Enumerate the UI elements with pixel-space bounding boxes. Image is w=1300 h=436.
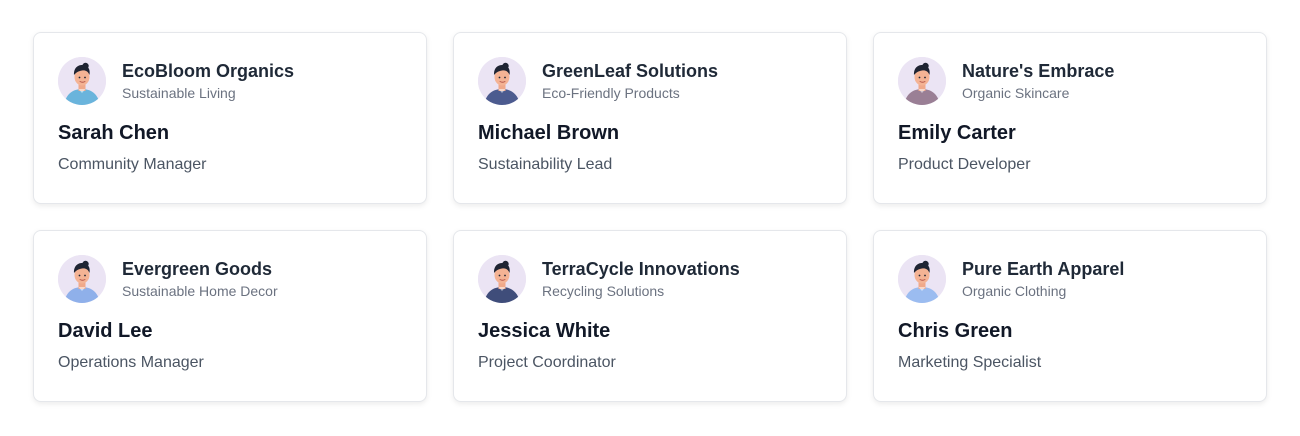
person-role: Project Coordinator — [478, 354, 616, 371]
card-header: TerraCycle Innovations Recycling Solutio… — [478, 255, 822, 303]
company-info: EcoBloom Organics Sustainable Living — [122, 60, 294, 102]
card-header: Pure Earth Apparel Organic Clothing — [898, 255, 1242, 303]
company-category: Organic Skincare — [962, 85, 1070, 101]
person-role: Community Manager — [58, 156, 207, 173]
person-name: Michael Brown — [478, 122, 620, 144]
profile-card[interactable]: Evergreen Goods Sustainable Home Decor D… — [33, 230, 427, 402]
card-header: Evergreen Goods Sustainable Home Decor — [58, 255, 402, 303]
person-name: Sarah Chen — [58, 122, 170, 144]
company-info: GreenLeaf Solutions Eco-Friendly Product… — [542, 60, 718, 102]
person-name: Emily Carter — [898, 122, 1016, 144]
profile-card[interactable]: GreenLeaf Solutions Eco-Friendly Product… — [453, 32, 847, 204]
company-info: Nature's Embrace Organic Skincare — [962, 60, 1114, 102]
profile-card[interactable]: Nature's Embrace Organic Skincare Emily … — [873, 32, 1267, 204]
person-role: Product Developer — [898, 156, 1031, 173]
person-avatar-icon — [58, 255, 106, 303]
card-header: Nature's Embrace Organic Skincare — [898, 57, 1242, 105]
profile-card-grid: EcoBloom Organics Sustainable Living Sar… — [33, 32, 1267, 402]
person-avatar-icon — [58, 57, 106, 105]
company-info: Evergreen Goods Sustainable Home Decor — [122, 258, 278, 300]
person-name: Jessica White — [478, 320, 611, 342]
company-category: Organic Clothing — [962, 283, 1067, 299]
company-name: GreenLeaf Solutions — [542, 61, 719, 81]
person-name: David Lee — [58, 320, 153, 342]
person-role: Sustainability Lead — [478, 156, 613, 173]
person-role: Marketing Specialist — [898, 354, 1042, 371]
company-category: Recycling Solutions — [542, 283, 665, 299]
company-info: TerraCycle Innovations Recycling Solutio… — [542, 258, 740, 300]
company-category: Sustainable Living — [122, 85, 236, 101]
company-name: TerraCycle Innovations — [542, 259, 740, 279]
company-category: Sustainable Home Decor — [122, 283, 278, 299]
person-avatar-icon — [478, 255, 526, 303]
company-name: Pure Earth Apparel — [962, 259, 1125, 279]
profile-card[interactable]: TerraCycle Innovations Recycling Solutio… — [453, 230, 847, 402]
person-avatar-icon — [898, 57, 946, 105]
profile-card[interactable]: EcoBloom Organics Sustainable Living Sar… — [33, 32, 427, 204]
person-role: Operations Manager — [58, 354, 204, 371]
card-header: GreenLeaf Solutions Eco-Friendly Product… — [478, 57, 822, 105]
profile-card[interactable]: Pure Earth Apparel Organic Clothing Chri… — [873, 230, 1267, 402]
company-name: Nature's Embrace — [962, 61, 1115, 81]
company-category: Eco-Friendly Products — [542, 85, 680, 101]
person-avatar-icon — [478, 57, 526, 105]
card-header: EcoBloom Organics Sustainable Living — [58, 57, 402, 105]
person-avatar-icon — [898, 255, 946, 303]
company-name: Evergreen Goods — [122, 259, 273, 279]
company-name: EcoBloom Organics — [122, 61, 295, 81]
person-name: Chris Green — [898, 320, 1013, 342]
company-info: Pure Earth Apparel Organic Clothing — [962, 258, 1124, 300]
